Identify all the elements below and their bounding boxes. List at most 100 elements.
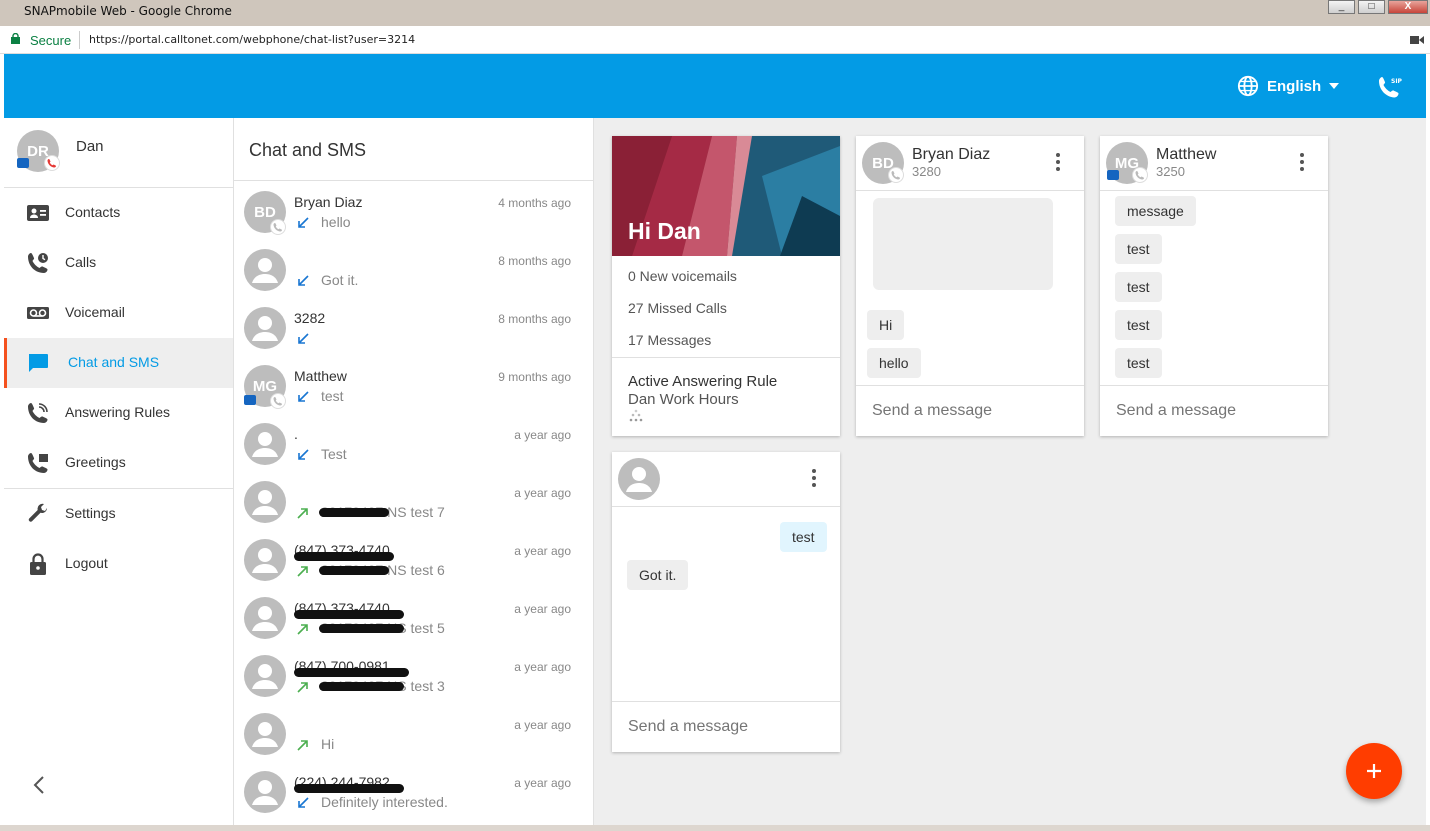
sidebar-item-label: Answering Rules — [65, 404, 171, 420]
window-bottom-edge — [0, 825, 1430, 831]
chat-item-name: Matthew — [294, 368, 347, 384]
redaction-mark — [294, 610, 404, 619]
card-divider — [612, 357, 840, 358]
voicemail-icon — [27, 307, 49, 319]
phone-badge-icon — [270, 219, 286, 235]
chevron-left-icon[interactable] — [32, 774, 46, 796]
sidebar-item-chat-and-sms[interactable]: Chat and SMS — [4, 338, 233, 388]
profile-name: Dan — [76, 138, 104, 155]
message-bubble: test — [1115, 348, 1162, 378]
message-bubble: Got it. — [627, 560, 689, 590]
sidebar-item-logout[interactable]: Logout — [4, 539, 233, 589]
image-placeholder[interactable] — [873, 198, 1053, 290]
window-title: SNAPmobile Web - Google Chrome — [24, 4, 232, 18]
chat-card-matthew: MG Matthew 3250 message test test test t… — [1100, 136, 1328, 436]
chat-list-item[interactable]: . a year ago Test — [234, 413, 593, 471]
card-divider — [1100, 385, 1328, 386]
sidebar-item-contacts[interactable]: Contacts — [4, 188, 233, 238]
add-fab-button[interactable] — [1346, 743, 1402, 799]
redaction-mark — [294, 668, 409, 677]
welcome-greeting: Hi Dan — [628, 218, 701, 244]
avatar — [244, 655, 286, 697]
close-window-button[interactable]: X — [1388, 0, 1428, 14]
url-text[interactable]: https://portal.calltonet.com/webphone/ch… — [89, 33, 415, 46]
chat-list-item[interactable]: a year ago20170407 NS test 7 — [234, 471, 593, 529]
chat-item-time: 8 months ago — [498, 254, 571, 268]
card-divider — [1100, 190, 1328, 191]
chat-list-item[interactable]: MG Matthew 9 months ago test — [234, 355, 593, 413]
incoming-arrow-icon — [298, 449, 309, 460]
phone-badge-icon — [1132, 167, 1148, 183]
chat-list-item[interactable]: (224) 244-7982 a year ago Definitely inter… — [234, 761, 593, 819]
phone-badge-icon — [888, 167, 904, 183]
avatar — [244, 597, 286, 639]
chat-icon — [29, 354, 48, 372]
incoming-arrow-icon — [298, 391, 309, 402]
send-message-input[interactable]: Send a message — [628, 718, 748, 736]
chat-list-item[interactable]: 8 months ago Got it. — [234, 239, 593, 297]
incoming-arrow-icon — [298, 333, 309, 344]
incoming-arrow-icon — [298, 797, 309, 808]
chat-item-preview: hello — [321, 214, 351, 230]
chat-list-item[interactable]: a year ago Hi — [234, 703, 593, 761]
minimize-button[interactable]: _ — [1328, 0, 1355, 14]
sidebar-item-settings[interactable]: Settings — [4, 489, 233, 539]
chat-list-item[interactable]: (847) 373-4740a year ago20170407 NS test… — [234, 587, 593, 645]
more-vert-icon[interactable] — [1056, 153, 1060, 171]
sidebar-item-voicemail[interactable]: Voicemail — [4, 288, 233, 338]
redaction-mark — [319, 508, 389, 517]
chat-card-bryan-diaz: BD Bryan Diaz 3280 Hi hello Send a messa… — [856, 136, 1084, 436]
sidebar-item-greetings[interactable]: Greetings — [4, 438, 233, 488]
phone-badge-icon — [44, 155, 60, 171]
outgoing-arrow-icon — [297, 566, 308, 577]
contact-name: Matthew — [1156, 146, 1217, 163]
calls-icon — [28, 253, 48, 273]
messages-stat[interactable]: 17 Messages — [628, 332, 711, 348]
person-icon — [252, 548, 278, 573]
sip-phone-icon[interactable]: SIP — [1376, 74, 1402, 100]
phone-badge-icon — [270, 393, 286, 409]
send-message-input[interactable]: Send a message — [872, 402, 992, 420]
language-selector[interactable]: English — [1237, 74, 1347, 98]
greetings-icon — [28, 453, 48, 473]
plus-icon — [1367, 764, 1381, 778]
sidebar-item-calls[interactable]: Calls — [4, 238, 233, 288]
maximize-button[interactable]: □ — [1358, 0, 1385, 14]
person-icon — [252, 664, 278, 689]
camera-icon[interactable] — [1410, 35, 1424, 45]
sidebar-item-label: Voicemail — [65, 304, 125, 320]
chat-list-item[interactable]: BD Bryan Diaz 4 months ago hello — [234, 181, 593, 239]
more-vert-icon[interactable] — [1300, 153, 1304, 171]
voicemails-stat[interactable]: 0 New voicemails — [628, 268, 737, 284]
chat-badge-icon — [1107, 170, 1119, 180]
chevron-down-icon — [1329, 83, 1340, 89]
missed-calls-stat[interactable]: 27 Missed Calls — [628, 300, 727, 316]
more-vert-icon[interactable] — [812, 469, 816, 487]
address-bar[interactable]: Secure https://portal.calltonet.com/webp… — [0, 26, 1430, 54]
avatar-initials: BD — [254, 203, 276, 221]
card-divider — [612, 701, 840, 702]
redaction-mark — [319, 566, 389, 575]
incoming-arrow-icon — [298, 275, 309, 286]
sidebar: DR Dan Contacts Calls Voicemail Chat and… — [4, 118, 234, 825]
language-label: English — [1267, 77, 1322, 95]
sidebar-item-answering-rules[interactable]: Answering Rules — [4, 388, 233, 438]
chat-badge-icon — [17, 158, 29, 168]
chat-item-preview: Definitely interested. — [321, 794, 448, 810]
person-icon — [626, 467, 652, 492]
chat-item-name: . — [294, 426, 298, 442]
answering-rule-name[interactable]: Dan Work Hours — [628, 391, 739, 408]
welcome-card: Hi Dan 0 New voicemails 27 Missed Calls … — [612, 136, 840, 436]
avatar — [244, 481, 286, 523]
chat-list-item[interactable]: 3282 8 months ago — [234, 297, 593, 355]
person-icon — [252, 316, 278, 341]
person-icon — [252, 780, 278, 805]
window-titlebar: SNAPmobile Web - Google Chrome _ □ X — [0, 0, 1430, 26]
wrench-icon — [28, 503, 48, 522]
send-message-input[interactable]: Send a message — [1116, 402, 1236, 420]
chat-list-item[interactable]: (847) 700-0981a year ago20170407 NS test… — [234, 645, 593, 703]
contact-extension: 3280 — [912, 164, 941, 179]
chat-list-item[interactable]: (847) 373-4740a year ago20170407 NS test… — [234, 529, 593, 587]
outgoing-arrow-icon — [297, 740, 308, 751]
user-profile[interactable]: DR Dan — [4, 118, 233, 188]
